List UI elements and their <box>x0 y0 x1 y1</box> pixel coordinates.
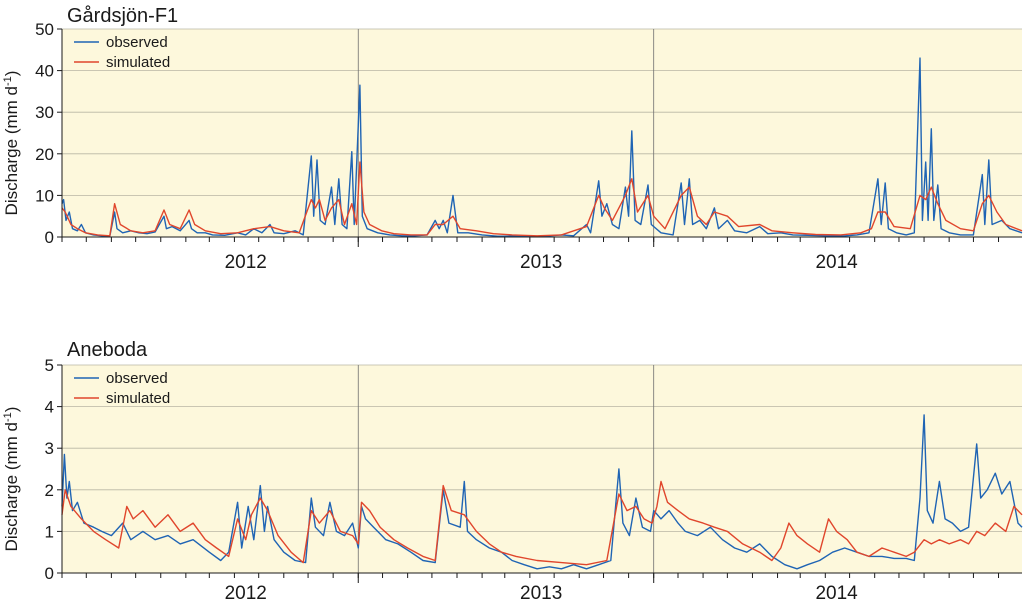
y-axis-title: Discharge (mm d-1) <box>2 407 21 552</box>
panel-title: Gårdsjön-F1 <box>67 5 178 27</box>
legend-label-simulated: simulated <box>106 54 170 71</box>
panel-title: Aneboda <box>67 339 148 361</box>
y-tick-label: 2 <box>45 481 54 500</box>
legend-label-observed: observed <box>106 370 168 387</box>
x-year-label: 2012 <box>225 583 267 604</box>
y-axis-title-end: ) <box>2 71 21 77</box>
y-axis-title-text: Discharge (mm d <box>2 86 21 215</box>
x-year-label: 2014 <box>815 583 858 604</box>
plot-area <box>62 365 1022 573</box>
y-tick-label: 0 <box>45 228 54 247</box>
plot-area <box>62 29 1022 237</box>
legend-label-simulated: simulated <box>106 390 170 407</box>
y-tick-label: 30 <box>35 103 54 122</box>
panel-2: 0 1 2 3 4 5 2012 2013 2014 Aneboda Discharge (mm d… <box>2 339 1023 604</box>
x-year-label: 2013 <box>520 583 562 604</box>
x-year-label: 2014 <box>815 252 858 273</box>
y-axis-title-text: Discharge (mm d <box>2 422 21 551</box>
y-tick-label: 4 <box>45 398 54 417</box>
y-tick-label: 50 <box>35 20 54 39</box>
y-axis-title: Discharge (mm d-1) <box>2 71 21 216</box>
x-year-label: 2012 <box>225 252 267 273</box>
x-year-label: 2013 <box>520 252 562 273</box>
y-tick-label: 40 <box>35 62 54 81</box>
y-tick-label: 5 <box>45 356 54 375</box>
y-tick-label: 10 <box>35 186 54 205</box>
y-tick-label: 3 <box>45 439 54 458</box>
y-axis-title-superscript: -1 <box>2 76 14 86</box>
panel-1: 0 10 20 30 40 50 2012 2013 2014 Gårdsjön-F1 Discha… <box>2 5 1023 273</box>
y-axis-title-end: ) <box>2 407 21 413</box>
y-tick-label: 20 <box>35 145 54 164</box>
discharge-figure: 010203040502012 2013 2014Gårdsjön-F1Discha… <box>2 5 1023 604</box>
y-tick-label: 0 <box>45 564 54 583</box>
y-axis-title-superscript: -1 <box>2 412 14 422</box>
legend-label-observed: observed <box>106 34 168 51</box>
y-tick-label: 1 <box>45 522 54 541</box>
